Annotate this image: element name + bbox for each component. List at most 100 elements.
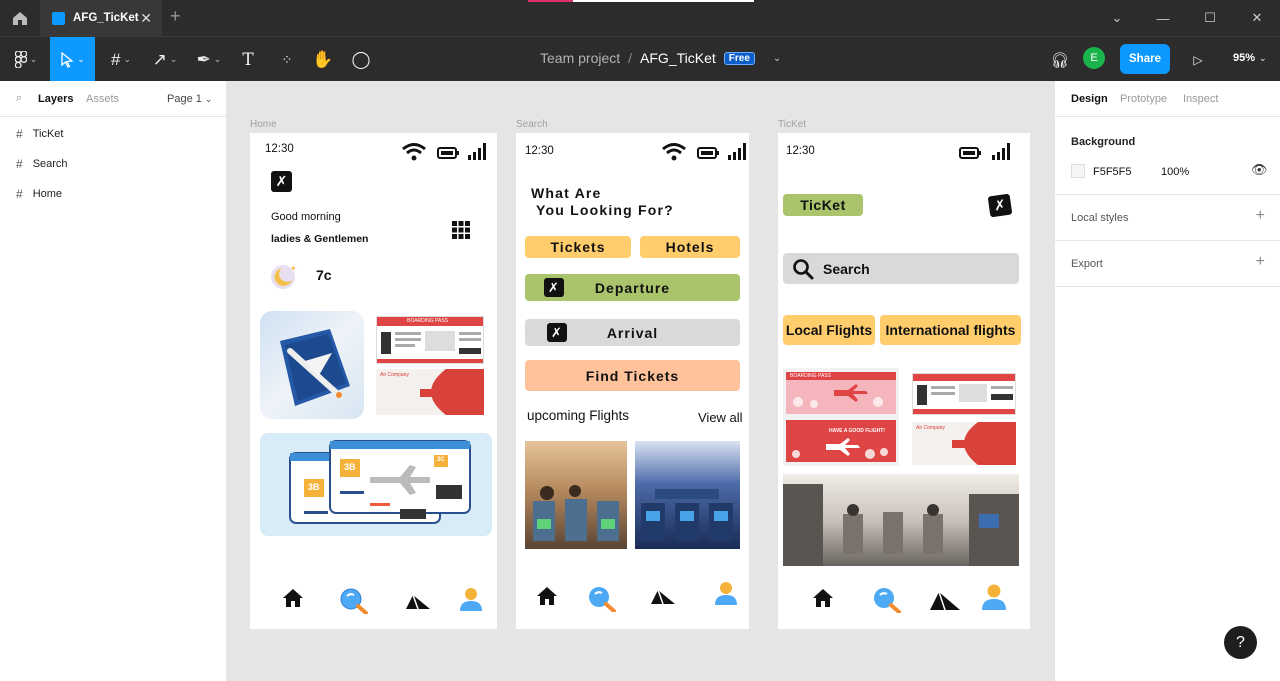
sub-greeting: ladies & Gentlemen	[271, 233, 369, 245]
layer-ticket[interactable]: # TicKet	[16, 127, 63, 141]
status-time: 12:30	[525, 145, 554, 157]
audio-button[interactable]: 🎧︎	[1046, 37, 1074, 82]
page-selector-label: Page 1	[167, 93, 202, 105]
profile-icon[interactable]	[981, 584, 1007, 610]
comment-tool[interactable]: ◯	[348, 37, 374, 82]
frame-ticket[interactable]: 12:30 TicKet ✗ Search Local Flights Inte…	[778, 133, 1030, 629]
frame-label-ticket[interactable]: TicKet	[778, 119, 806, 130]
minimize-button[interactable]: —	[1140, 0, 1186, 36]
shape-tool[interactable]: ↗ ⌄	[148, 37, 182, 82]
file-tab[interactable]: AFG_TicKet ✕	[40, 0, 162, 36]
tab-assets[interactable]: Assets	[86, 93, 119, 105]
departure-field[interactable]: ✗ Departure	[525, 274, 740, 301]
tab-layers[interactable]: Layers	[38, 93, 73, 105]
chevron-down-icon[interactable]: ⌄	[1094, 0, 1140, 36]
file-icon	[52, 11, 65, 25]
main-menu-button[interactable]: ⌄	[6, 37, 46, 82]
close-window-button[interactable]: ✕	[1234, 0, 1280, 36]
frame-label-home[interactable]: Home	[250, 119, 277, 130]
avatar[interactable]: E	[1083, 47, 1105, 69]
figma-logo-icon	[14, 51, 27, 68]
zoom-level[interactable]: 95% ⌄	[1233, 52, 1267, 64]
home-icon[interactable]	[812, 588, 834, 608]
layers-panel: ⌕ Layers Assets Page 1 ⌄ # TicKet # Search …	[0, 81, 227, 681]
loading-bar	[528, 0, 754, 2]
text-tool[interactable]: T	[236, 37, 260, 82]
ticket-pill[interactable]: TicKet	[783, 194, 863, 216]
seat-label: 3C	[437, 457, 445, 463]
properties-panel: Design Prototype Inspect Background F5F5…	[1054, 81, 1280, 681]
line-arrow-icon: ↗	[152, 49, 167, 69]
move-tool[interactable]: ⌄	[50, 37, 95, 82]
file-tab-label: AFG_TicKet	[73, 12, 139, 24]
home-icon[interactable]	[536, 586, 558, 606]
air-company-label: Air Company	[916, 425, 945, 431]
local-flights-button[interactable]: Local Flights	[783, 315, 875, 345]
map-plane-image	[260, 311, 364, 419]
battery-icon	[697, 147, 719, 159]
profile-icon[interactable]	[714, 581, 738, 605]
home-icon[interactable]	[282, 588, 304, 608]
view-all-link[interactable]: View all	[698, 410, 743, 425]
pen-icon: ✒	[196, 49, 211, 69]
svg-text:✦: ✦	[290, 264, 297, 273]
app-logo-icon: ✗	[987, 193, 1013, 218]
search-icon[interactable]	[873, 587, 901, 613]
present-button[interactable]: ▷	[1186, 37, 1210, 82]
search-icon[interactable]	[340, 588, 368, 614]
home-icon	[13, 11, 27, 25]
arrival-label: Arrival	[606, 324, 659, 341]
breadcrumb-team[interactable]: Team project	[540, 50, 620, 66]
cabin-photo-1	[525, 441, 627, 549]
page-selector[interactable]: Page 1 ⌄	[167, 93, 212, 105]
seat-label: 3B	[344, 462, 356, 472]
home-tab[interactable]	[0, 0, 40, 36]
arrival-field[interactable]: ✗ Arrival	[525, 319, 740, 346]
plus-icon[interactable]: +	[1256, 207, 1265, 225]
profile-icon[interactable]	[459, 587, 483, 611]
eye-icon[interactable]: 👁︎	[1251, 162, 1268, 178]
plane-icon[interactable]	[405, 591, 431, 611]
close-tab-icon[interactable]: ✕	[140, 10, 152, 27]
layer-search[interactable]: # Search	[16, 157, 68, 171]
status-icons	[662, 143, 746, 161]
maximize-button[interactable]: ☐	[1187, 0, 1233, 36]
plane-icon[interactable]	[650, 586, 676, 606]
background-opacity[interactable]: 100%	[1161, 166, 1189, 178]
pen-tool[interactable]: ✒ ⌄	[192, 37, 226, 82]
search-bar[interactable]: Search	[783, 253, 1019, 284]
tab-inspect[interactable]: Inspect	[1183, 93, 1218, 105]
layer-home[interactable]: # Home	[16, 187, 62, 201]
hand-tool[interactable]: ✋	[310, 37, 336, 82]
new-tab-button[interactable]: +	[170, 6, 181, 27]
breadcrumb: Team project / AFG_TicKet Free ⌄	[540, 50, 781, 66]
heading-line-1: What Are	[531, 185, 602, 201]
canvas[interactable]: Home 12:30 ✗ Good morning ladies & Gentl…	[227, 81, 1054, 681]
plus-icon[interactable]: +	[1256, 253, 1265, 271]
tickets-button[interactable]: Tickets	[525, 236, 631, 258]
frame-label-search[interactable]: Search	[516, 119, 548, 130]
cabin-photo-2	[635, 441, 740, 549]
status-icons	[402, 143, 486, 161]
help-button[interactable]: ?	[1224, 626, 1257, 659]
hotels-button[interactable]: Hotels	[640, 236, 740, 258]
search-icon	[793, 258, 814, 279]
background-hex[interactable]: F5F5F5	[1093, 166, 1132, 178]
tab-design[interactable]: Design	[1071, 93, 1108, 105]
find-tickets-button[interactable]: Find Tickets	[525, 360, 740, 391]
share-button[interactable]: Share	[1120, 44, 1170, 74]
chevron-down-icon[interactable]: ⌄	[773, 53, 781, 64]
grid-menu-icon[interactable]	[452, 221, 470, 239]
tab-prototype[interactable]: Prototype	[1120, 93, 1167, 105]
international-flights-button[interactable]: International flights	[880, 315, 1021, 345]
frame-search[interactable]: 12:30 What Are You Looking For? Tickets …	[516, 133, 749, 629]
color-swatch[interactable]	[1071, 164, 1085, 178]
search-icon[interactable]: ⌕	[16, 92, 22, 105]
frame-tool[interactable]: # ⌄	[104, 37, 138, 82]
plane-icon[interactable]	[929, 588, 961, 612]
breadcrumb-file[interactable]: AFG_TicKet	[640, 50, 716, 66]
frame-home[interactable]: 12:30 ✗ Good morning ladies & Gentlemen …	[250, 133, 497, 629]
search-icon[interactable]	[588, 586, 616, 612]
hand-icon: ✋	[312, 49, 334, 69]
resources-tool[interactable]: ⁘	[275, 37, 299, 82]
